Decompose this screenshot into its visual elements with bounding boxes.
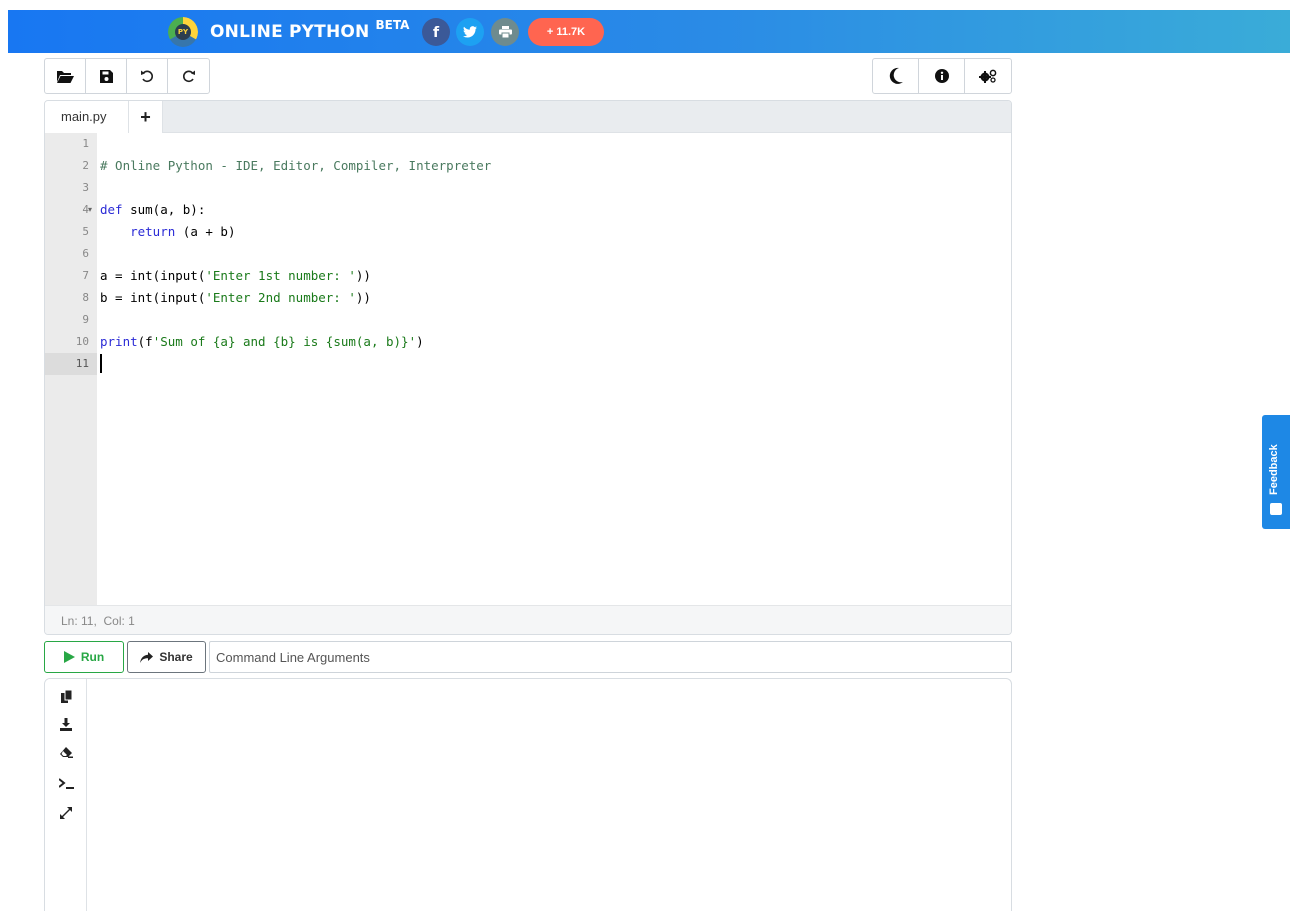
line-number: 1 [82, 137, 89, 150]
line-number: 8 [82, 291, 89, 304]
line-number: 9 [82, 313, 89, 326]
feedback-tab[interactable]: Feedback [1262, 415, 1290, 529]
code-text: a = int(input( [100, 268, 206, 283]
code-line-8: b = int(input('Enter 2nd number: ')) [100, 287, 371, 309]
tab-main-py[interactable]: main.py [45, 101, 129, 133]
info-button[interactable] [919, 59, 965, 93]
dark-mode-button[interactable] [873, 59, 919, 93]
file-toolbar [44, 58, 210, 94]
line-number-gutter: 1 2 3 4 ▾ 5 6 7 8 9 10 11 [45, 133, 97, 605]
top-header: PY ONLINE PYTHON BETA f + 11.7K [8, 10, 1290, 53]
share-arrow-icon [140, 651, 154, 663]
feedback-label: Feedback [1268, 444, 1280, 495]
redo-icon [182, 70, 195, 83]
brand[interactable]: PY ONLINE PYTHON BETA [168, 16, 409, 48]
code-text: (a + b) [175, 224, 236, 239]
view-toolbar [872, 58, 1012, 94]
code-keyword: print [100, 334, 138, 349]
active-line-number: 11 [45, 353, 97, 375]
beta-badge: BETA [375, 18, 410, 32]
share-count-button[interactable]: + 11.7K [528, 18, 604, 46]
logo-text: PY [175, 24, 191, 40]
moon-icon [889, 67, 903, 84]
gears-icon [979, 69, 997, 83]
code-text: )) [355, 290, 371, 305]
share-button[interactable]: Share [127, 641, 206, 673]
code-text: b = int(input( [100, 290, 206, 305]
folder-open-icon [56, 70, 74, 83]
save-button[interactable] [86, 59, 127, 93]
facebook-icon: f [432, 25, 440, 41]
line-number: 6 [82, 247, 89, 260]
code-string: 'Enter 2nd number: ' [205, 290, 356, 305]
download-icon [60, 717, 72, 731]
undo-icon [141, 70, 154, 83]
play-icon [63, 651, 75, 663]
editor-status-bar: Ln: 11, Col: 1 [45, 605, 1011, 634]
line-number: 5 [82, 225, 89, 238]
eraser-icon [59, 747, 73, 758]
line-number: 4 [82, 203, 89, 216]
code-keyword: def [100, 202, 123, 217]
copy-output-button[interactable] [57, 687, 75, 705]
run-label: Run [80, 650, 105, 664]
print-icon [498, 26, 512, 39]
output-panel[interactable] [44, 678, 1012, 911]
code-text: )) [355, 268, 371, 283]
chat-icon [1270, 503, 1282, 515]
twitter-share-button[interactable] [456, 18, 484, 46]
clear-output-button[interactable] [57, 743, 75, 761]
code-line-10: print(f'Sum of {a} and {b} is {sum(a, b)… [100, 331, 424, 353]
expand-output-button[interactable] [57, 804, 75, 822]
code-line-7: a = int(input('Enter 1st number: ')) [100, 265, 371, 287]
twitter-icon [463, 26, 477, 38]
code-line-4: def sum(a, b): [100, 199, 205, 221]
run-button[interactable]: Run [44, 641, 124, 673]
add-tab-button[interactable]: + [129, 101, 163, 133]
plus-icon: + [140, 107, 151, 127]
code-string: 'Enter 1st number: ' [205, 268, 356, 283]
share-count: + 11.7K [546, 26, 586, 38]
terminal-icon [58, 777, 74, 789]
line-number: 7 [82, 269, 89, 282]
line-number: 2 [82, 159, 89, 172]
print-share-button[interactable] [491, 18, 519, 46]
line-number: 10 [75, 335, 89, 348]
terminal-button[interactable] [57, 774, 75, 792]
line-number: 3 [82, 181, 89, 194]
download-output-button[interactable] [57, 715, 75, 733]
code-editor: main.py + 1 2 3 4 ▾ 5 6 7 8 9 10 11 # On… [44, 100, 1012, 635]
code-text: ) [416, 334, 424, 349]
app-title: ONLINE PYTHON [210, 22, 370, 42]
code-area[interactable]: 1 2 3 4 ▾ 5 6 7 8 9 10 11 # Online Pytho… [45, 133, 1011, 605]
code-text: sum(a, b): [122, 202, 206, 217]
redo-button[interactable] [168, 59, 209, 93]
cursor-position: Ln: 11, Col: 1 [61, 614, 135, 628]
expand-icon [60, 807, 72, 819]
code-line-2: # Online Python - IDE, Editor, Compiler,… [100, 155, 491, 177]
code-keyword: return [130, 224, 176, 239]
open-folder-button[interactable] [45, 59, 86, 93]
text-cursor [100, 354, 102, 373]
output-toolbar [45, 679, 87, 911]
info-icon [934, 69, 949, 83]
code-line-5: return (a + b) [100, 221, 235, 243]
tab-label: main.py [61, 109, 107, 124]
command-line-args-input[interactable] [209, 641, 1012, 673]
editor-tabbar: main.py + [45, 101, 1011, 133]
code-text: (f [137, 334, 153, 349]
undo-button[interactable] [127, 59, 168, 93]
share-label: Share [159, 650, 193, 664]
facebook-share-button[interactable]: f [422, 18, 450, 46]
code-string: 'Sum of {a} and {b} is {sum(a, b)}' [152, 334, 417, 349]
copy-icon [60, 689, 72, 703]
settings-button[interactable] [965, 59, 1011, 93]
python-logo-icon: PY [168, 17, 198, 47]
save-icon [99, 69, 113, 83]
code-comment: # Online Python - IDE, Editor, Compiler,… [100, 158, 492, 173]
fold-arrow-icon[interactable]: ▾ [88, 199, 92, 221]
